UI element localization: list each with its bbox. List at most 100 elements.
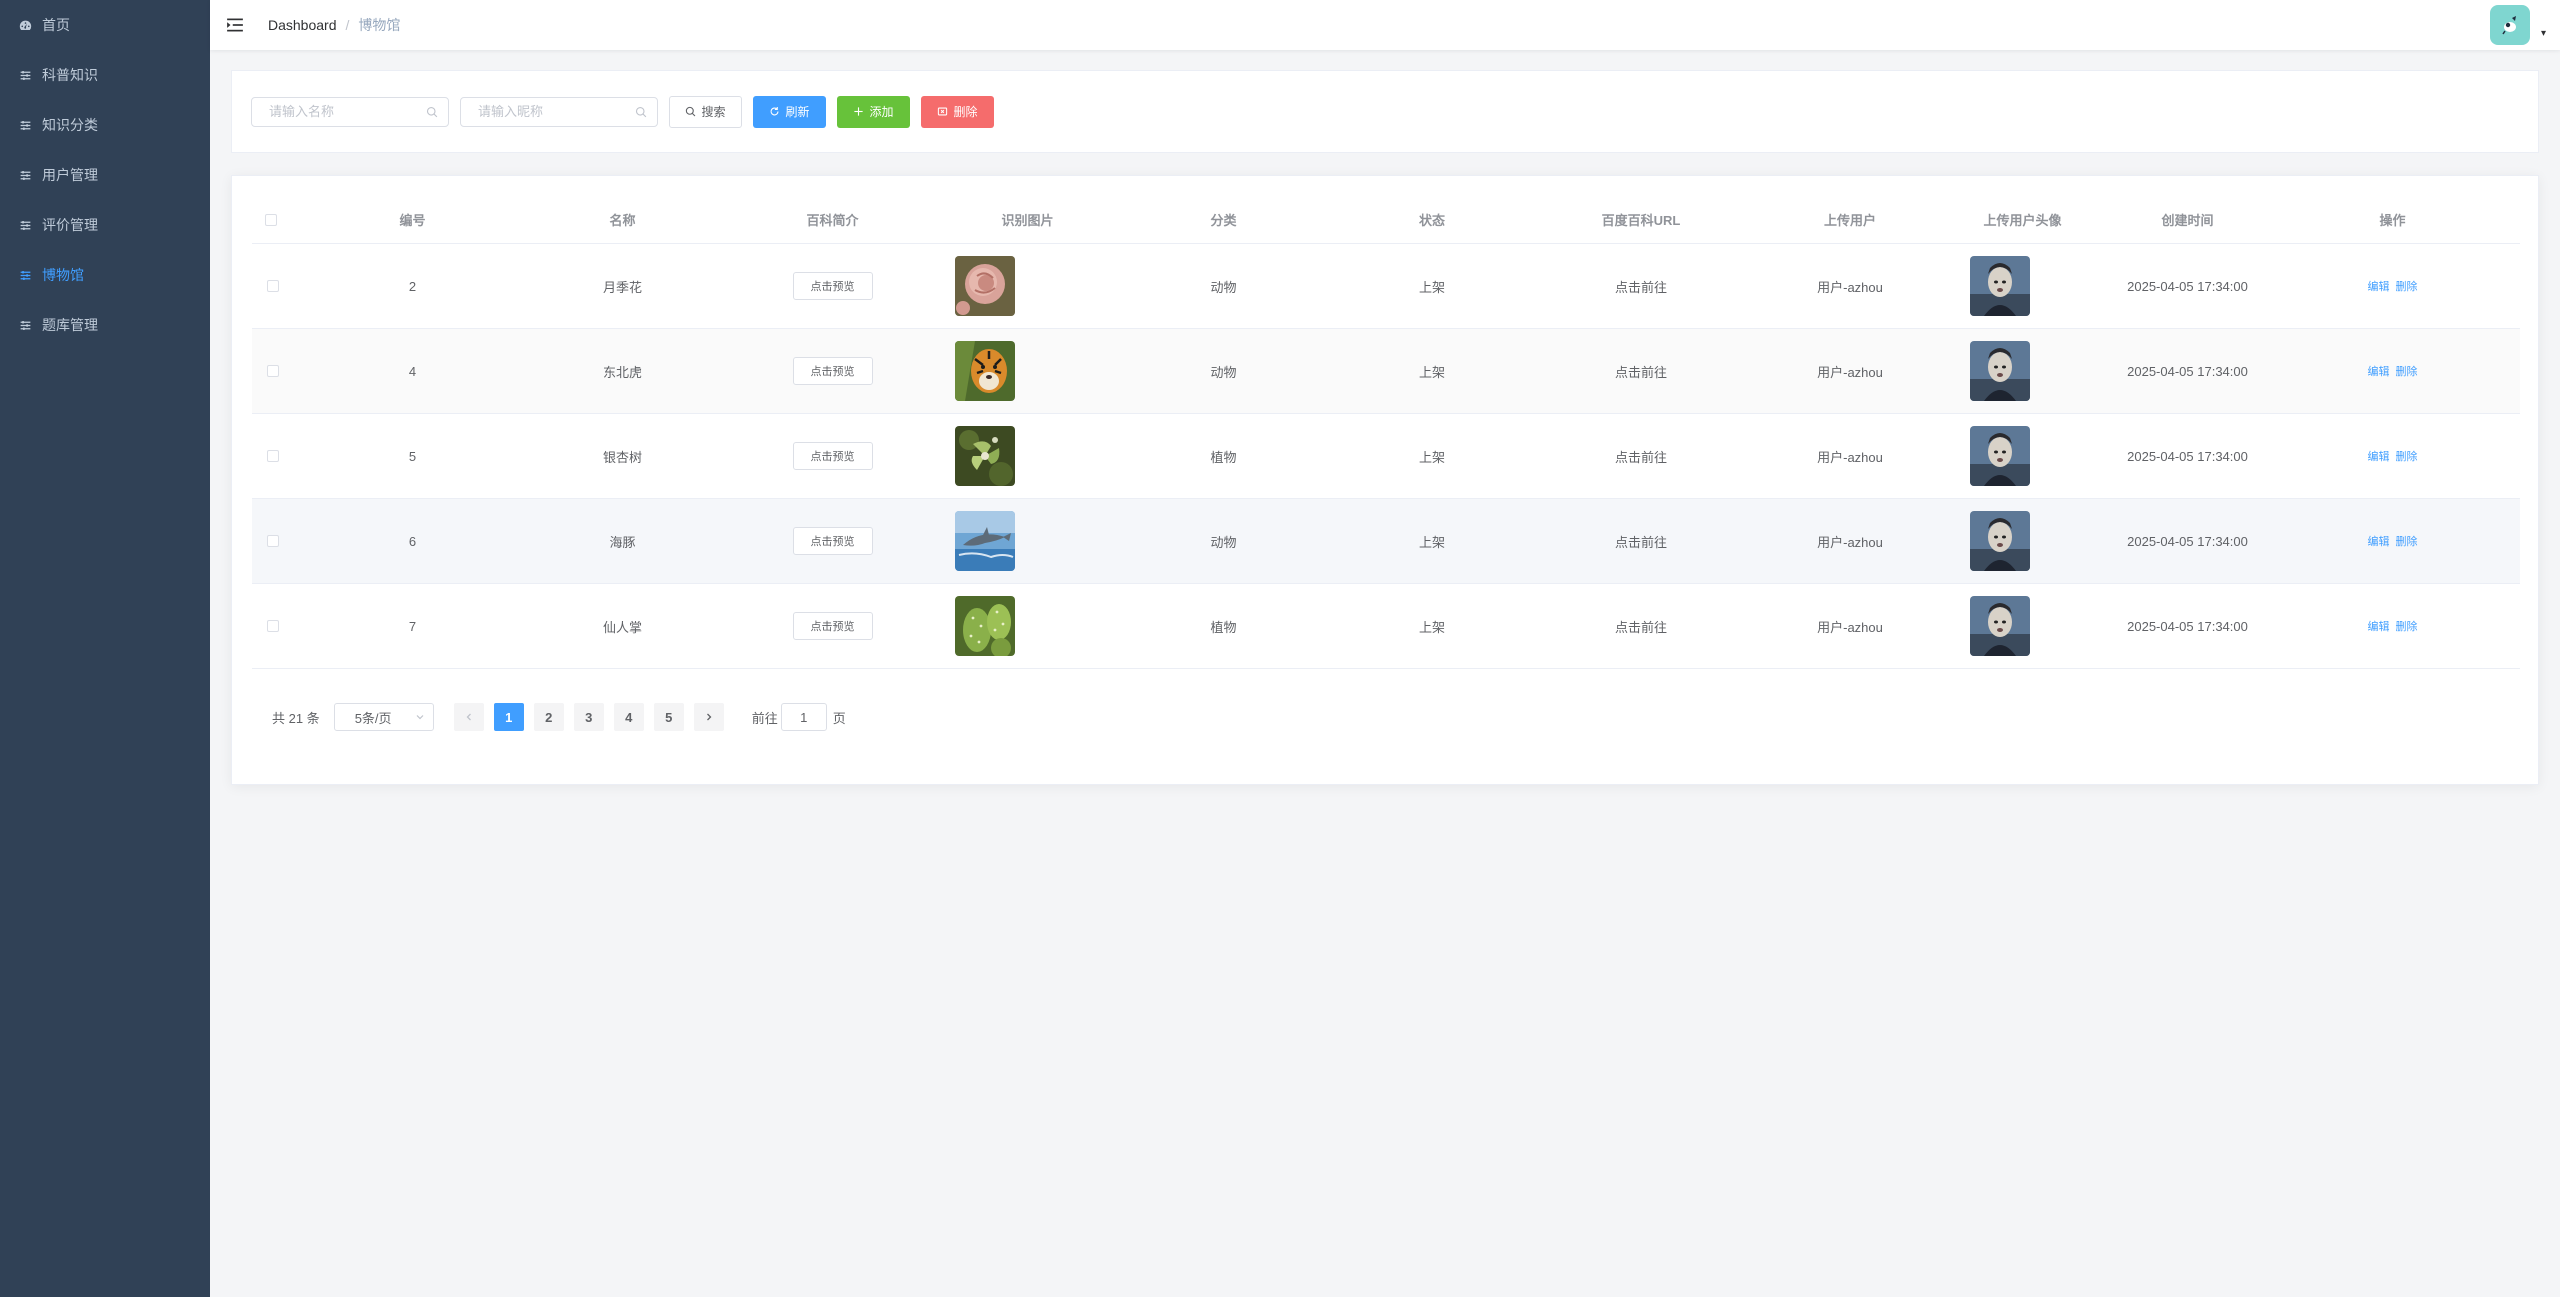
row-category: 动物 (1210, 534, 1237, 550)
preview-button[interactable]: 点击预览 (792, 612, 873, 640)
uploader-avatar-image[interactable] (1970, 511, 2030, 571)
row-created: 2025-04-05 17:34:00 (2127, 448, 2248, 464)
search-icon (635, 106, 647, 117)
name-search-field[interactable] (251, 96, 449, 127)
batch-delete-button-label: 删除 (953, 105, 978, 119)
select-all-checkbox[interactable] (265, 213, 277, 226)
row-checkbox[interactable] (267, 450, 279, 462)
uploader-avatar-image[interactable] (1970, 426, 2030, 486)
table-row: 6 海豚 点击预览 动物 上架 点击前往 用户-azhou 2025-04-05… (252, 499, 2520, 584)
caret-down-icon[interactable]: ▾ (2541, 28, 2546, 39)
top-navbar: Dashboard / 博物馆 ▾ (210, 0, 2560, 50)
uploader-avatar-image[interactable] (1970, 596, 2030, 656)
avatar[interactable] (2490, 5, 2530, 45)
page-button-3[interactable]: 3 (573, 703, 604, 731)
goto-prefix: 前往 (751, 710, 778, 726)
pagination: 共 21 条 5条/页 1 2 3 4 5 前往 页 (272, 703, 846, 731)
sidebar-item-label: 用户管理 (42, 167, 98, 183)
row-category: 动物 (1210, 279, 1237, 295)
row-checkbox[interactable] (267, 620, 279, 632)
ginkgo-image[interactable] (955, 426, 1015, 486)
row-status: 上架 (1418, 619, 1445, 635)
page-size-select[interactable]: 5条/页 (333, 703, 434, 731)
add-button[interactable]: 添加 (837, 95, 910, 128)
delete-link[interactable]: 删除 (2396, 533, 2418, 549)
dashboard-icon (18, 18, 32, 32)
row-checkbox[interactable] (267, 280, 279, 292)
dolphin-image[interactable] (955, 511, 1015, 571)
uploader-avatar-image[interactable] (1970, 256, 2030, 316)
delete-link[interactable]: 删除 (2396, 278, 2418, 294)
row-name: 月季花 (602, 279, 642, 295)
header-ops: 操作 (2379, 213, 2406, 228)
delete-link[interactable]: 删除 (2396, 618, 2418, 634)
sidebar-item-category[interactable]: 知识分类 (0, 100, 210, 150)
delete-link[interactable]: 删除 (2396, 448, 2418, 464)
row-status: 上架 (1418, 364, 1445, 380)
preview-button[interactable]: 点击预览 (792, 442, 873, 470)
cactus-image[interactable] (955, 596, 1015, 656)
menu-icon (18, 168, 32, 182)
rose-image[interactable] (955, 256, 1015, 316)
menu-icon (18, 218, 32, 232)
row-url-link[interactable]: 点击前往 (1517, 414, 1765, 498)
header-status: 状态 (1418, 213, 1445, 228)
nickname-search-input[interactable] (476, 103, 635, 120)
prev-page-button[interactable] (453, 703, 484, 731)
preview-button[interactable]: 点击预览 (792, 357, 873, 385)
row-url-link[interactable]: 点击前往 (1517, 584, 1765, 668)
refresh-button[interactable]: 刷新 (753, 95, 826, 128)
preview-button[interactable]: 点击预览 (792, 272, 873, 300)
sidebar: 首页 科普知识 知识分类 用户管理 评价管理 博物馆 题库管理 (0, 0, 210, 1297)
page-button-1[interactable]: 1 (493, 703, 524, 731)
table-row: 5 银杏树 点击预览 植物 上架 点击前往 用户-azhou 2025-04-0… (252, 414, 2520, 499)
sidebar-item-museum[interactable]: 博物馆 (0, 250, 210, 300)
row-url-link[interactable]: 点击前往 (1517, 244, 1765, 328)
preview-button[interactable]: 点击预览 (792, 527, 873, 555)
row-image-cell (955, 584, 1100, 668)
header-id: 编号 (399, 213, 426, 228)
chevron-right-icon (706, 713, 712, 721)
goto-page-input[interactable] (780, 703, 827, 731)
sidebar-item-science[interactable]: 科普知识 (0, 50, 210, 100)
edit-link[interactable]: 编辑 (2368, 363, 2390, 379)
sidebar-item-label: 博物馆 (42, 267, 84, 283)
edit-link[interactable]: 编辑 (2368, 278, 2390, 294)
page-button-4[interactable]: 4 (613, 703, 644, 731)
sidebar-item-questions[interactable]: 题库管理 (0, 300, 210, 350)
row-url-link[interactable]: 点击前往 (1517, 499, 1765, 583)
row-created: 2025-04-05 17:34:00 (2127, 278, 2248, 294)
row-id: 5 (408, 448, 417, 464)
page-size-value: 5条/页 (354, 710, 392, 726)
page-button-2[interactable]: 2 (533, 703, 564, 731)
search-button[interactable]: 搜索 (669, 95, 742, 128)
edit-link[interactable]: 编辑 (2368, 448, 2390, 464)
sidebar-item-users[interactable]: 用户管理 (0, 150, 210, 200)
row-avatar-cell (1935, 499, 2110, 583)
name-search-input[interactable] (267, 103, 426, 120)
hamburger-icon[interactable] (226, 16, 244, 34)
row-checkbox[interactable] (267, 365, 279, 377)
edit-link[interactable]: 编辑 (2368, 618, 2390, 634)
sidebar-item-reviews[interactable]: 评价管理 (0, 200, 210, 250)
row-checkbox-cell (252, 414, 290, 498)
row-url-link[interactable]: 点击前往 (1517, 329, 1765, 413)
row-checkbox[interactable] (267, 535, 279, 547)
sidebar-item-home[interactable]: 首页 (0, 0, 210, 50)
breadcrumb-home[interactable]: Dashboard (268, 17, 337, 33)
page-button-5[interactable]: 5 (653, 703, 684, 731)
row-intro-cell: 点击预览 (710, 244, 955, 328)
uploader-avatar-image[interactable] (1970, 341, 2030, 401)
row-avatar-cell (1935, 414, 2110, 498)
edit-link[interactable]: 编辑 (2368, 533, 2390, 549)
row-uploader: 用户-azhou (1817, 449, 1883, 465)
tiger-image[interactable] (955, 341, 1015, 401)
menu-icon (18, 318, 32, 332)
next-page-button[interactable] (693, 703, 724, 731)
delete-link[interactable]: 删除 (2396, 363, 2418, 379)
nickname-search-field[interactable] (460, 96, 658, 127)
sidebar-item-label: 知识分类 (42, 117, 98, 133)
table-header: 编号 名称 百科简介 识别图片 分类 状态 百度百科URL 上传用户 上传用户头… (252, 196, 2520, 244)
sidebar-item-label: 评价管理 (42, 217, 98, 233)
batch-delete-button[interactable]: 删除 (921, 95, 994, 128)
